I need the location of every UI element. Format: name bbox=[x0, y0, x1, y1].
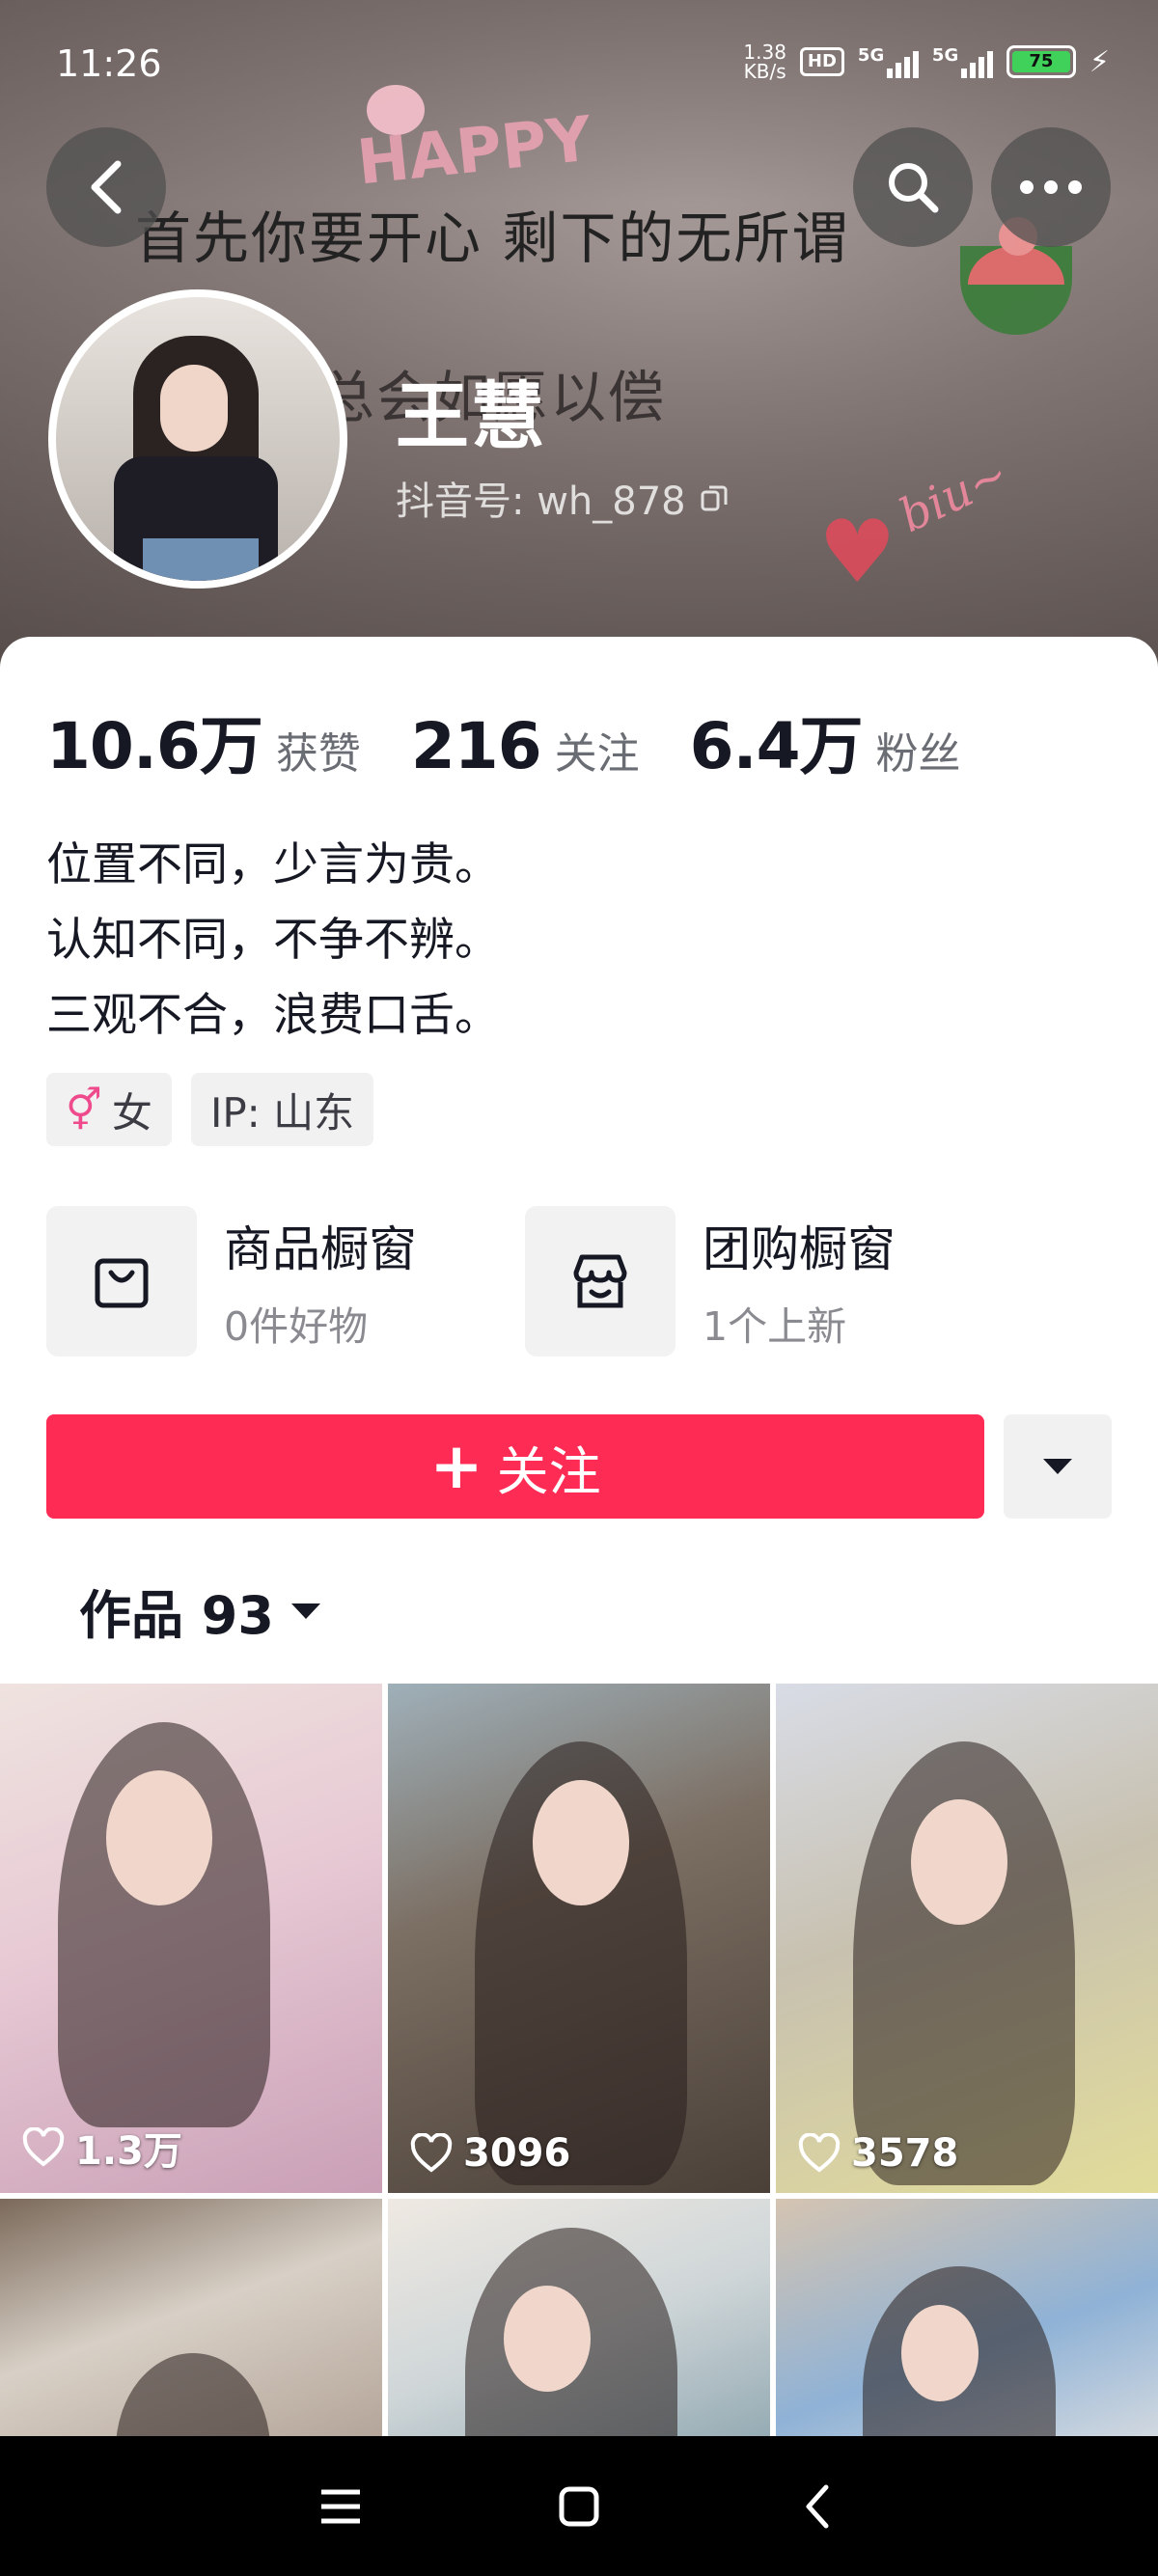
video-thumbnail[interactable]: 1.3万 bbox=[0, 1684, 382, 2193]
ip-tag: IP: 山东 bbox=[190, 1073, 374, 1146]
gender-tag: ⚥ 女 bbox=[46, 1073, 172, 1146]
more-dots-icon bbox=[1020, 180, 1082, 194]
menu-button[interactable] bbox=[297, 2463, 384, 2550]
heart-outline-icon bbox=[22, 2127, 65, 2167]
profile-tags: ⚥ 女 IP: 山东 bbox=[46, 1073, 374, 1146]
heart-outline-icon bbox=[798, 2133, 841, 2173]
tab-works[interactable]: 作品 93 bbox=[79, 1573, 322, 1649]
group-buy-window[interactable]: 团购橱窗 1个上新 bbox=[525, 1206, 965, 1357]
heart-outline-icon bbox=[410, 2133, 453, 2173]
copy-icon[interactable] bbox=[700, 483, 729, 512]
recommend-dropdown-button[interactable] bbox=[1004, 1414, 1112, 1519]
charging-icon: ⚡ bbox=[1089, 44, 1110, 79]
network-speed: 1.38 KB/s bbox=[743, 41, 786, 83]
plus-icon: + bbox=[429, 1429, 483, 1503]
back-button[interactable] bbox=[46, 127, 166, 247]
product-window[interactable]: 商品橱窗 0件好物 bbox=[46, 1206, 486, 1357]
battery-level: 75 bbox=[1011, 51, 1070, 72]
signal-icon: 5G bbox=[858, 45, 919, 78]
watermelon-sticker bbox=[960, 217, 1072, 335]
shopping-bag-icon bbox=[46, 1206, 197, 1357]
douyin-id: 抖音号: wh_878 bbox=[396, 480, 686, 524]
search-icon bbox=[889, 163, 939, 213]
follow-button[interactable]: + 关注 bbox=[46, 1414, 984, 1519]
like-count: 1.3万 bbox=[21, 2120, 182, 2176]
stat-following[interactable]: 216 关注 bbox=[411, 709, 640, 783]
chevron-left-icon bbox=[91, 160, 122, 214]
stat-followers[interactable]: 6.4万 粉丝 bbox=[690, 695, 961, 787]
system-back-button[interactable] bbox=[774, 2463, 861, 2550]
home-square-icon bbox=[559, 2486, 599, 2526]
profile-id-row: 抖音号: wh_878 bbox=[396, 470, 729, 526]
caret-down-icon bbox=[290, 1603, 320, 1619]
like-count: 3096 bbox=[409, 2131, 570, 2176]
system-nav-bar bbox=[0, 2436, 1158, 2576]
status-icons: 1.38 KB/s HD 5G 5G 75 ⚡ bbox=[743, 42, 1110, 81]
bio-line: 位置不同，少言为贵。 bbox=[46, 838, 500, 891]
shop-windows: 商品橱窗 0件好物 团购橱窗 1个上新 bbox=[46, 1206, 965, 1357]
status-bar: 11:26 1.38 KB/s HD 5G 5G 75 ⚡ bbox=[0, 0, 1158, 125]
biu-sticker: biu~ bbox=[891, 446, 1017, 544]
back-arrow-icon bbox=[806, 2484, 829, 2528]
more-button[interactable] bbox=[991, 127, 1111, 247]
battery-icon: 75 bbox=[1006, 45, 1076, 78]
female-icon: ⚥ bbox=[66, 1085, 102, 1134]
video-grid: 1.3万 3096 3578 bbox=[0, 1684, 1158, 2436]
signal-icon: 5G bbox=[932, 45, 993, 78]
stats-row: 10.6万 获赞 216 关注 6.4万 粉丝 bbox=[46, 695, 1011, 787]
bio: 位置不同，少言为贵。 认知不同，不争不辨。 三观不合，浪费口舌。 bbox=[46, 828, 500, 1054]
stat-likes[interactable]: 10.6万 获赞 bbox=[46, 695, 361, 787]
home-button[interactable] bbox=[536, 2463, 622, 2550]
like-count: 3578 bbox=[797, 2131, 958, 2176]
status-time: 11:26 bbox=[56, 42, 162, 85]
caret-down-icon bbox=[1043, 1459, 1072, 1474]
profile-card: 10.6万 获赞 216 关注 6.4万 粉丝 位置不同，少言为贵。 认知不同，… bbox=[0, 637, 1158, 1688]
menu-icon bbox=[321, 2489, 361, 2523]
avatar[interactable] bbox=[48, 289, 347, 589]
bio-line: 认知不同，不争不辨。 bbox=[46, 914, 500, 967]
heart-sticker: ♥ bbox=[818, 502, 896, 603]
bio-line: 三观不合，浪费口舌。 bbox=[46, 989, 500, 1042]
video-thumbnail[interactable] bbox=[0, 2199, 382, 2436]
video-thumbnail[interactable]: 3096 bbox=[388, 1684, 770, 2193]
video-thumbnail[interactable] bbox=[776, 2199, 1158, 2436]
hd-icon: HD bbox=[799, 47, 844, 76]
store-icon bbox=[525, 1206, 676, 1357]
search-button[interactable] bbox=[853, 127, 973, 247]
video-thumbnail[interactable] bbox=[388, 2199, 770, 2436]
video-thumbnail[interactable]: 3578 bbox=[776, 1684, 1158, 2193]
cover-text-line1: 首先你要开心 剩下的无所谓 bbox=[135, 206, 850, 271]
profile-name: 王慧 bbox=[396, 373, 546, 459]
